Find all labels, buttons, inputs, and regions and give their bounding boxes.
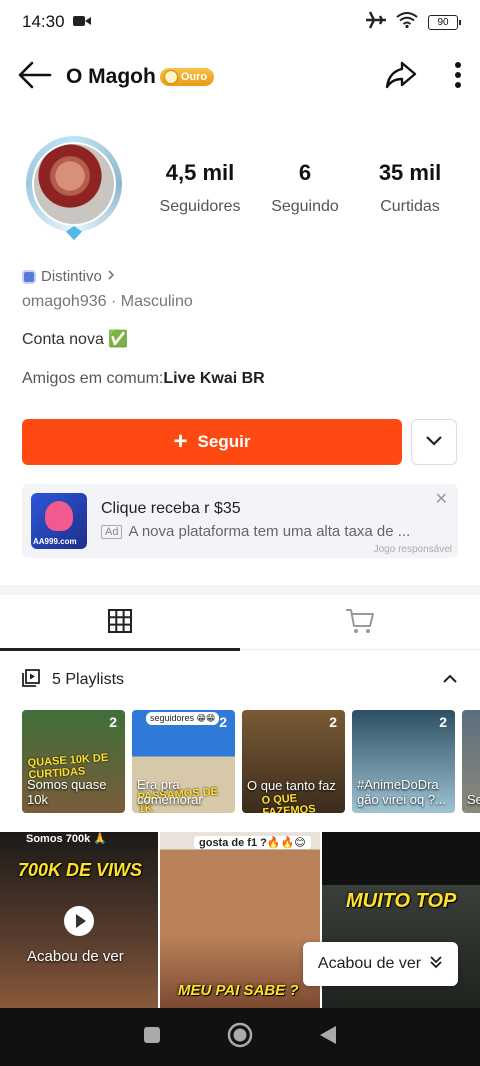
- stat-number: 35 mil: [378, 160, 442, 185]
- jump-to-watched-label: Acabou de ver: [317, 955, 422, 972]
- distintivo-label: Distintivo: [41, 268, 102, 285]
- back-arrow-icon[interactable]: [18, 61, 52, 94]
- grid-icon: [107, 608, 133, 639]
- battery-level: 90: [437, 16, 449, 28]
- ad-thumb-text: AA999.com: [33, 537, 77, 546]
- video-camera-icon: [72, 12, 91, 32]
- battery-icon: 90: [428, 14, 461, 30]
- ad-tag: Ad: [101, 524, 123, 539]
- avatar-image: [32, 142, 116, 226]
- mutual-friends-label: Amigos em comum:: [22, 370, 164, 387]
- close-icon[interactable]: ✕: [435, 489, 448, 509]
- stat-label: Curtidas: [380, 198, 440, 215]
- avatar-frame: [26, 136, 122, 232]
- plus-icon: +: [173, 428, 188, 455]
- mutual-friend-name: Live Kwai BR: [163, 370, 265, 387]
- coin-icon: [163, 70, 178, 84]
- wifi-icon: [396, 11, 418, 33]
- playlist-count: 2: [329, 714, 337, 730]
- follow-label: Seguir: [197, 432, 251, 451]
- avatar[interactable]: [22, 130, 126, 242]
- ad-thumbnail: AA999.com: [31, 493, 87, 549]
- video-thumbnail[interactable]: Somos 700k 🙏 700K DE VIWS Acabou de ver: [0, 832, 158, 1008]
- ad-title: Clique receba r $35: [101, 500, 241, 517]
- shopping-cart-icon: [345, 608, 375, 639]
- video-overlay-text: MUITO TOP: [346, 890, 457, 912]
- stat-label: Seguidores: [159, 198, 241, 215]
- share-icon[interactable]: [384, 60, 418, 95]
- stat-label: Seguindo: [271, 198, 339, 215]
- status-bar: 14:30 90: [0, 0, 480, 44]
- playlists-row: 2 QUASE 10K DE CURTIDAS Somos quase 10k …: [22, 710, 480, 814]
- section-divider: [0, 585, 480, 595]
- distintivo-link[interactable]: Distintivo: [22, 268, 115, 285]
- mutual-friends[interactable]: Amigos em comum:Live Kwai BR: [22, 370, 265, 388]
- ad-banner[interactable]: AA999.com Clique receba r $35 Ad A nova …: [22, 484, 458, 558]
- play-icon: [64, 906, 94, 936]
- ad-disclaimer: Jogo responsável: [373, 544, 452, 555]
- shield-icon: [22, 269, 36, 284]
- video-overlay-text: 700K DE VIWS: [18, 860, 143, 880]
- airplane-icon: [366, 10, 386, 34]
- stat-following[interactable]: 6 Seguindo: [255, 160, 355, 216]
- video-caption: gosta de f1 ?🔥🔥😊: [194, 836, 311, 849]
- playlist-top-text: seguidores 😁😁: [146, 712, 220, 725]
- chevron-up-icon[interactable]: [442, 671, 458, 689]
- playlist-count: 2: [219, 714, 227, 730]
- playlist-card[interactable]: Se se: [462, 710, 480, 813]
- home-icon[interactable]: [227, 1022, 253, 1053]
- chevron-right-icon: [107, 268, 115, 285]
- stat-number: 4,5 mil: [165, 160, 235, 185]
- stat-number: 6: [298, 160, 312, 185]
- tab-grid[interactable]: [0, 596, 240, 651]
- playlist-card[interactable]: seguidores 😁😁 2 PASSAMOS DE 1K Era pra c…: [132, 710, 235, 813]
- playlists-title: 5 Playlists: [52, 671, 125, 688]
- profile-header: O Magoh Ouro: [0, 48, 480, 106]
- tab-shop[interactable]: [240, 596, 480, 650]
- stat-likes[interactable]: 35 mil Curtidas: [360, 160, 460, 216]
- playlist-count: 2: [439, 714, 447, 730]
- gold-badge[interactable]: Ouro: [159, 68, 215, 86]
- playlist-icon: [22, 668, 40, 692]
- profile-name: O Magoh: [66, 65, 156, 88]
- playlists-header[interactable]: 5 Playlists: [22, 666, 458, 694]
- playlist-card[interactable]: 2 QUASE 10K DE CURTIDAS Somos quase 10k: [22, 710, 125, 813]
- jump-to-watched-button[interactable]: Acabou de ver: [303, 942, 458, 986]
- suggestions-dropdown-button[interactable]: [411, 419, 457, 465]
- double-chevron-down-icon: [429, 955, 443, 974]
- bio-text: Conta nova ✅: [22, 331, 129, 348]
- ad-subtitle: Ad A nova plataforma tem uma alta taxa d…: [101, 523, 441, 540]
- playlist-title: Somos quase 10k: [27, 777, 107, 807]
- playlist-card[interactable]: 2 O QUE FAZEMOS O que tanto faz: [242, 710, 345, 813]
- video-overlay-text: MEU PAI SABE ?: [178, 982, 299, 999]
- content-tabs: [0, 596, 480, 651]
- playlist-title: O que tanto faz: [247, 778, 336, 793]
- recent-apps-icon[interactable]: [143, 1026, 161, 1049]
- playlist-title: Era pra comemorar: [137, 777, 203, 807]
- rabbit-logo-icon: [45, 501, 73, 531]
- status-time: 14:30: [22, 12, 65, 31]
- system-navigation-bar: [0, 1008, 480, 1066]
- playlist-title: Se se: [467, 792, 480, 807]
- chevron-down-icon: [425, 433, 443, 451]
- follow-button[interactable]: + Seguir: [22, 419, 402, 465]
- back-icon[interactable]: [319, 1025, 337, 1050]
- user-meta: omagoh936 · Masculino: [22, 293, 193, 310]
- video-thumbnail[interactable]: gosta de f1 ?🔥🔥😊 MEU PAI SABE ?: [160, 832, 320, 1008]
- stat-followers[interactable]: 4,5 mil Seguidores: [150, 160, 250, 216]
- playlist-title: #AnimeDoDra gão virei oq ?...: [357, 777, 446, 807]
- watched-label: Acabou de ver: [27, 948, 124, 965]
- badge-label: Ouro: [180, 71, 208, 83]
- playlist-card[interactable]: 2 #AnimeDoDra gão virei oq ?...: [352, 710, 455, 813]
- ad-text: A nova plataforma tem uma alta taxa de .…: [128, 523, 411, 540]
- video-caption: Somos 700k 🙏: [26, 833, 107, 845]
- more-options-icon[interactable]: [454, 61, 462, 94]
- profile-stats: 4,5 mil Seguidores 6 Seguindo 35 mil Cur…: [150, 160, 460, 216]
- playlist-count: 2: [109, 714, 117, 730]
